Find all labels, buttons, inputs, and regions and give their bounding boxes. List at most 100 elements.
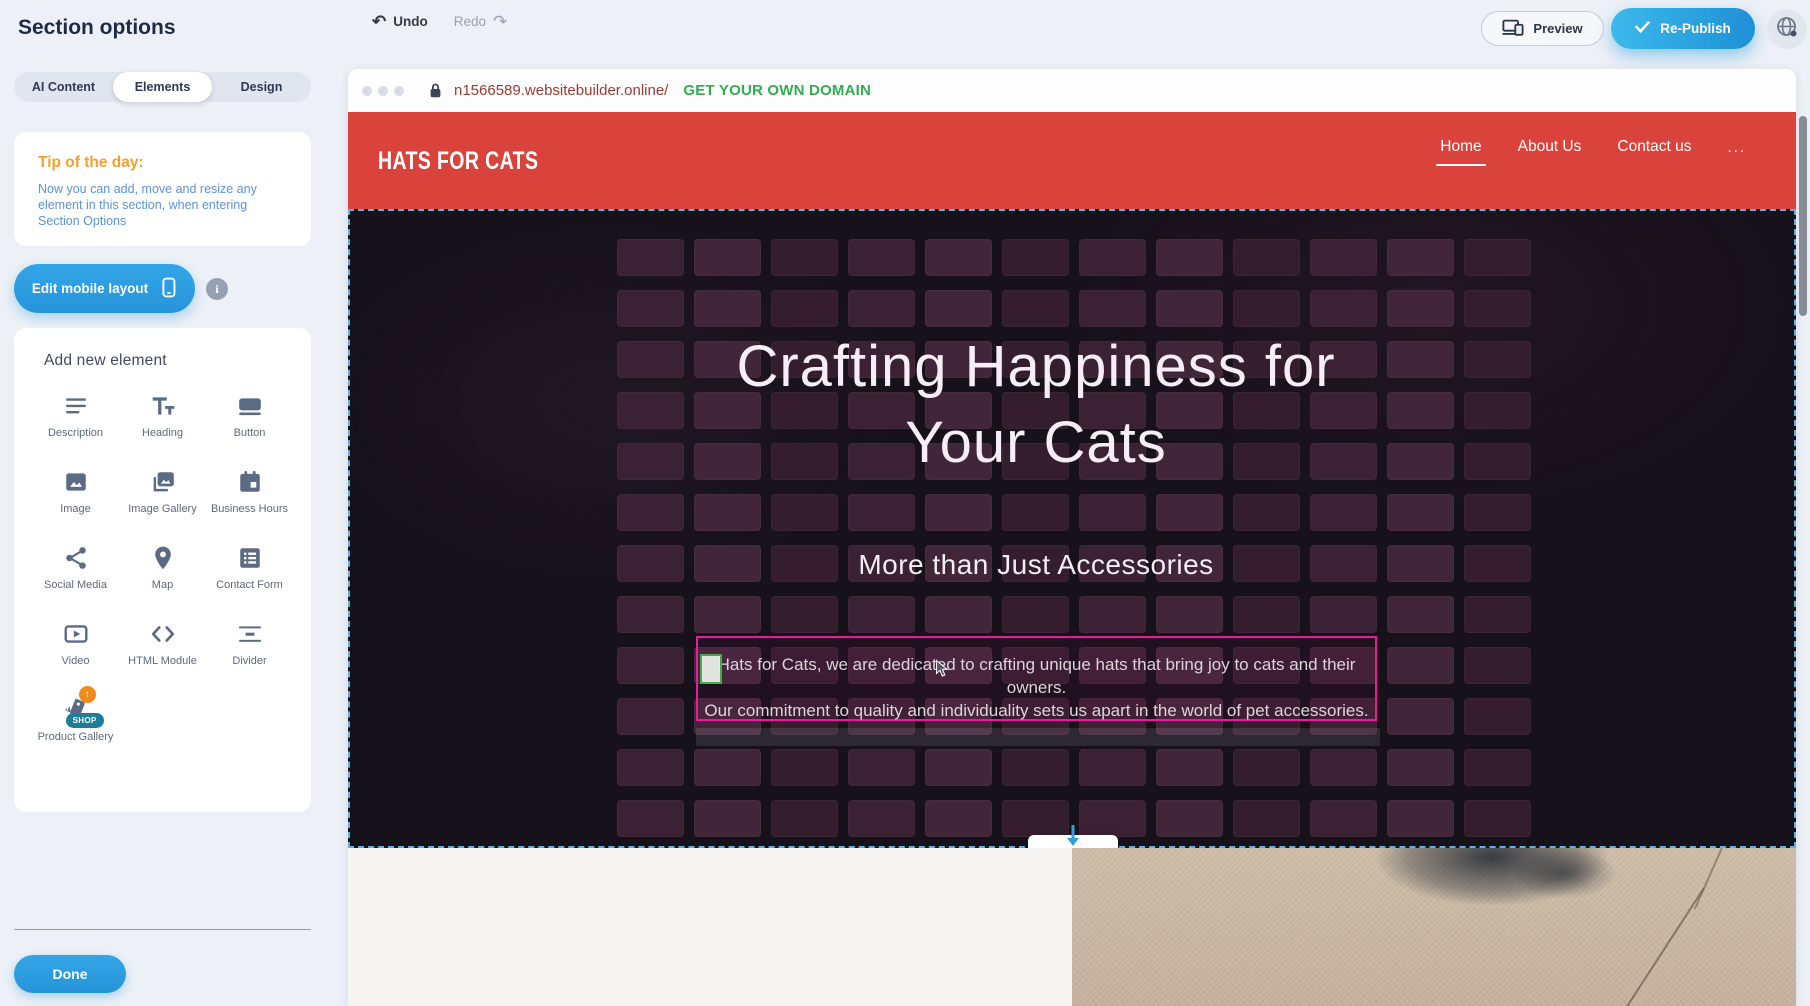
button-icon (237, 392, 263, 420)
page-title: Section options (18, 16, 176, 40)
heading-icon (150, 392, 176, 420)
history-controls: ↶ Undo Redo ↷ (372, 13, 507, 30)
undo-button[interactable]: ↶ Undo (372, 13, 428, 30)
site-header: HATS FOR CATS Home About Us Contact us .… (348, 112, 1796, 209)
redo-label: Redo (454, 14, 486, 29)
redo-icon: ↷ (493, 13, 507, 30)
add-element-heading: Add new element (32, 352, 293, 370)
image-icon (63, 468, 89, 496)
tab-elements[interactable]: Elements (113, 72, 212, 102)
hero-title-line2: Your Cats (350, 405, 1722, 481)
image-gallery-icon (150, 468, 176, 496)
paving-crack (1621, 888, 1704, 1006)
element-product-gallery[interactable]: ↑ SHOP Product Gallery (34, 696, 118, 744)
preview-label: Preview (1533, 21, 1582, 36)
phone-icon (160, 276, 177, 302)
element-divider[interactable]: Divider (208, 620, 292, 668)
panel-tabs: AI Content Elements Design (14, 72, 311, 102)
element-button[interactable]: Button (208, 392, 292, 440)
video-icon (63, 620, 89, 648)
divider-icon (237, 620, 263, 648)
contact-form-icon (237, 544, 263, 572)
element-video[interactable]: Video (34, 620, 118, 668)
description-icon (63, 392, 89, 420)
product-gallery-icon: ↑ SHOP (62, 696, 90, 724)
devices-icon (1502, 19, 1524, 39)
sidebar-divider (14, 929, 311, 930)
element-label: Image Gallery (128, 503, 196, 516)
next-section[interactable] (348, 848, 1796, 1006)
tab-design[interactable]: Design (212, 72, 311, 102)
republish-label: Re-Publish (1660, 21, 1731, 36)
tip-body: Now you can add, move and resize any ele… (38, 181, 290, 229)
element-image[interactable]: Image (34, 468, 118, 516)
nav-about-us[interactable]: About Us (1518, 138, 1582, 166)
selected-text-element[interactable]: Hats for Cats, we are dedicated to craft… (696, 636, 1377, 721)
html-module-icon (150, 620, 176, 648)
hero-title[interactable]: Crafting Happiness for Your Cats (350, 329, 1722, 481)
element-label: Map (152, 579, 173, 592)
window-dot (378, 86, 388, 96)
shop-badge: SHOP (66, 713, 104, 728)
element-label: Social Media (44, 579, 107, 592)
hero-paragraph-line2: Our commitment to quality and individual… (698, 699, 1375, 722)
nav-contact-us[interactable]: Contact us (1617, 138, 1691, 166)
element-heading[interactable]: Heading (121, 392, 205, 440)
nav-home[interactable]: Home (1440, 138, 1481, 166)
element-label: Description (48, 427, 103, 440)
add-element-card: Add new element Description Hea (14, 328, 311, 812)
site-nav: Home About Us Contact us ... (1440, 138, 1746, 166)
get-domain-link[interactable]: GET YOUR OWN DOMAIN (683, 82, 871, 99)
element-description[interactable]: Description (34, 392, 118, 440)
done-button[interactable]: Done (14, 955, 126, 993)
hero-title-line1: Crafting Happiness for (350, 329, 1722, 405)
redo-button[interactable]: Redo ↷ (454, 13, 508, 30)
preview-button[interactable]: Preview (1481, 11, 1604, 46)
element-business-hours[interactable]: Business Hours (208, 468, 292, 516)
site-logo[interactable]: HATS FOR CATS (378, 147, 538, 176)
mouse-cursor (935, 659, 950, 683)
site-preview-window: n1566589.websitebuilder.online/ GET YOUR… (348, 69, 1796, 1006)
undo-icon: ↶ (372, 13, 386, 30)
language-globe-button[interactable] (1767, 9, 1807, 49)
paving-photo (1072, 848, 1796, 1006)
check-icon (1635, 21, 1650, 36)
republish-button[interactable]: Re-Publish (1611, 8, 1755, 49)
window-dot (394, 86, 404, 96)
tip-of-the-day-card: Tip of the day: Now you can add, move an… (14, 132, 311, 246)
element-map[interactable]: Map (121, 544, 205, 592)
window-dot (362, 86, 372, 96)
element-label: Divider (232, 655, 266, 668)
scrollbar-thumb[interactable] (1799, 116, 1807, 316)
business-hours-icon (237, 468, 263, 496)
browser-chrome: n1566589.websitebuilder.online/ GET YOUR… (348, 69, 1796, 112)
hero-subtitle[interactable]: More than Just Accessories (350, 549, 1722, 581)
nav-more[interactable]: ... (1727, 139, 1746, 166)
element-label: HTML Module (128, 655, 197, 668)
tab-ai-content[interactable]: AI Content (14, 72, 113, 102)
tip-heading: Tip of the day: (38, 154, 287, 172)
info-icon[interactable]: i (206, 278, 228, 300)
window-dots (362, 86, 404, 96)
element-label: Image (60, 503, 91, 516)
element-label: Video (62, 655, 90, 668)
element-social-media[interactable]: Social Media (34, 544, 118, 592)
element-html-module[interactable]: HTML Module (121, 620, 205, 668)
element-image-gallery[interactable]: Image Gallery (121, 468, 205, 516)
element-grid: Description Heading (32, 392, 293, 744)
globe-icon (1775, 15, 1799, 44)
element-contact-form[interactable]: Contact Form (208, 544, 292, 592)
edit-mobile-layout-button[interactable]: Edit mobile layout (14, 264, 195, 313)
website-builder-app: Section options AI Content Elements Desi… (0, 0, 1810, 1006)
hero-paragraph-line1: Hats for Cats, we are dedicated to craft… (698, 653, 1375, 699)
undo-label: Undo (393, 14, 428, 29)
resize-handle-left[interactable] (700, 654, 722, 684)
section-options-panel: Section options AI Content Elements Desi… (0, 0, 337, 1006)
lock-icon (428, 82, 443, 99)
site-url: n1566589.websitebuilder.online/ (454, 82, 668, 99)
map-icon (150, 544, 176, 572)
social-media-icon (63, 544, 89, 572)
upgrade-arrow-badge: ↑ (79, 686, 96, 703)
element-label: Button (234, 427, 266, 440)
hero-section-selected[interactable]: Crafting Happiness for Your Cats More th… (348, 209, 1796, 848)
